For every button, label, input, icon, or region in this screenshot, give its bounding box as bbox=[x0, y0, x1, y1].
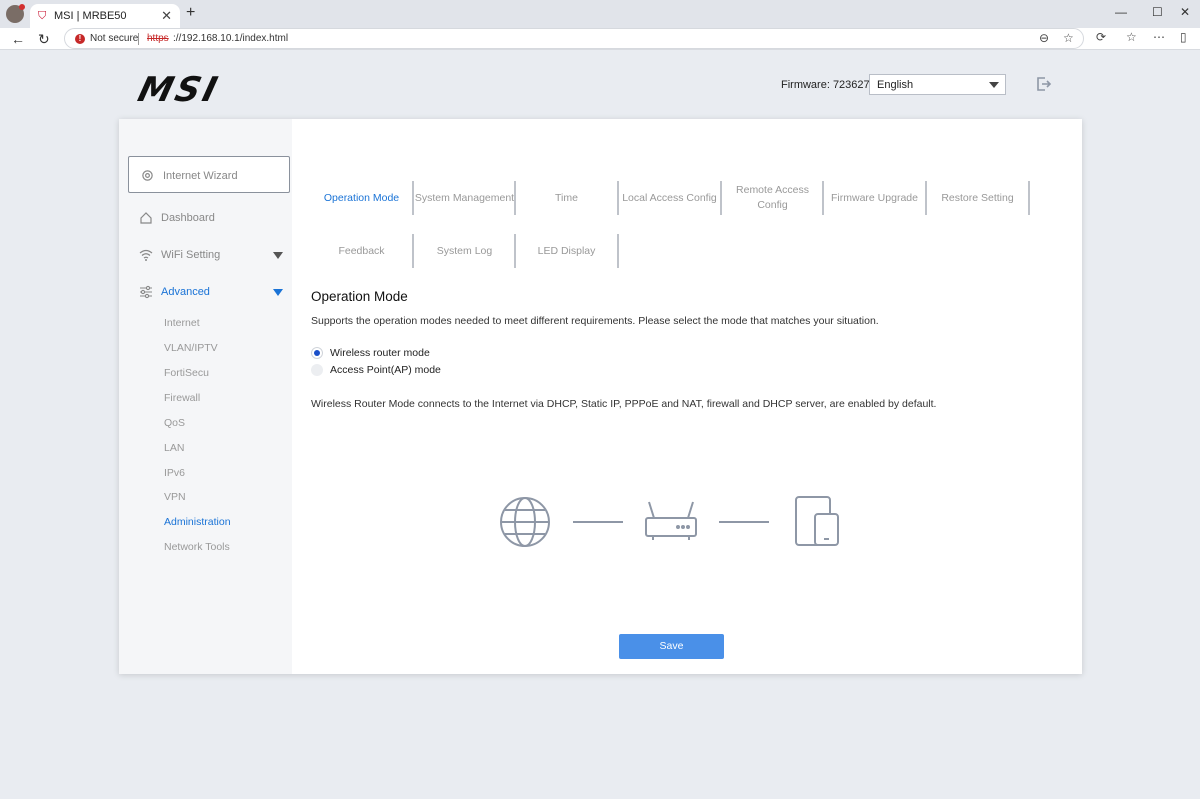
tab-system-management[interactable]: System Management bbox=[413, 181, 516, 215]
tab-divider bbox=[617, 234, 619, 268]
reload-icon[interactable]: ↻ bbox=[38, 30, 50, 48]
browser-tabbar: ⛉ MSI | MRBE50 ✕ + — ☐ ✕ bbox=[0, 0, 1200, 28]
address-bar: ← ↻ ! Not secure https ://192.168.10.1/i… bbox=[0, 28, 1200, 50]
globe-icon bbox=[500, 497, 550, 547]
sidebar: Internet Wizard Dashboard WiFi Setting A… bbox=[119, 119, 292, 674]
favorite-star-icon[interactable]: ☆ bbox=[1063, 31, 1074, 45]
url-text: ://192.168.10.1/index.html bbox=[173, 33, 289, 44]
tab-remote-access-config[interactable]: Remote Access Config bbox=[721, 181, 824, 215]
sub-item-qos[interactable]: QoS bbox=[164, 417, 185, 429]
firmware-version: Firmware: 723627 bbox=[781, 79, 870, 91]
url-field[interactable]: ! Not secure https ://192.168.10.1/index… bbox=[64, 28, 1084, 49]
sub-item-internet[interactable]: Internet bbox=[164, 317, 200, 329]
sub-item-fortisecu[interactable]: FortiSecu bbox=[164, 367, 209, 379]
tab-led-display[interactable]: LED Display bbox=[515, 234, 618, 268]
favorites-icon[interactable]: ☆ bbox=[1126, 30, 1137, 44]
main-card: Internet Wizard Dashboard WiFi Setting A… bbox=[119, 119, 1082, 674]
wifi-icon bbox=[139, 249, 153, 261]
sub-item-vlan-iptv[interactable]: VLAN/IPTV bbox=[164, 342, 218, 354]
sliders-icon bbox=[140, 285, 152, 299]
tab-time[interactable]: Time bbox=[515, 181, 618, 215]
sub-item-lan[interactable]: LAN bbox=[164, 442, 184, 454]
sidebar-toggle-icon[interactable]: ▯ bbox=[1180, 30, 1187, 44]
more-menu-icon[interactable]: ⋯ bbox=[1153, 30, 1165, 44]
save-button[interactable]: Save bbox=[619, 634, 724, 659]
sidebar-item-label: Advanced bbox=[161, 286, 210, 298]
sidebar-item-dashboard[interactable]: Dashboard bbox=[133, 208, 283, 228]
radio-label: Wireless router mode bbox=[330, 347, 430, 359]
url-scheme: https bbox=[147, 33, 169, 44]
chevron-down-icon bbox=[273, 252, 283, 259]
language-value: English bbox=[877, 79, 914, 91]
profile-avatar[interactable] bbox=[6, 4, 25, 23]
browser-tab[interactable]: ⛉ MSI | MRBE50 ✕ bbox=[30, 4, 180, 28]
tab-system-log[interactable]: System Log bbox=[413, 234, 516, 268]
minimize-button[interactable]: — bbox=[1115, 5, 1127, 19]
tab-local-access-config[interactable]: Local Access Config bbox=[618, 181, 721, 215]
sidebar-item-wifi-setting[interactable]: WiFi Setting bbox=[133, 245, 283, 265]
sidebar-item-label: Dashboard bbox=[161, 212, 215, 224]
tab-divider bbox=[1028, 181, 1030, 215]
shield-favicon-icon: ⛉ bbox=[38, 10, 47, 22]
tab-close-icon[interactable]: ✕ bbox=[161, 8, 172, 24]
sub-item-ipv6[interactable]: IPv6 bbox=[164, 467, 185, 479]
new-tab-button[interactable]: + bbox=[186, 4, 195, 22]
internet-wizard-label: Internet Wizard bbox=[163, 170, 238, 182]
msi-logo: MSI bbox=[134, 70, 224, 110]
language-select[interactable]: English bbox=[869, 74, 1006, 95]
topology-diagram bbox=[500, 496, 839, 547]
section-title: Operation Mode bbox=[311, 289, 408, 304]
radio-label: Access Point(AP) mode bbox=[330, 364, 441, 376]
maximize-button[interactable]: ☐ bbox=[1152, 5, 1163, 19]
radio-button[interactable] bbox=[311, 364, 323, 376]
tab-feedback[interactable]: Feedback bbox=[310, 234, 413, 268]
url-separator bbox=[138, 33, 139, 45]
gear-icon bbox=[142, 170, 153, 181]
home-icon bbox=[140, 212, 152, 224]
notification-dot bbox=[19, 4, 25, 10]
sidebar-item-advanced[interactable]: Advanced bbox=[133, 282, 283, 302]
sub-item-firewall[interactable]: Firewall bbox=[164, 392, 200, 404]
sub-item-network-tools[interactable]: Network Tools bbox=[164, 541, 230, 553]
sub-item-vpn[interactable]: VPN bbox=[164, 491, 186, 503]
chevron-down-icon bbox=[989, 82, 999, 88]
mode-description: Wireless Router Mode connects to the Int… bbox=[311, 398, 937, 410]
router-icon bbox=[645, 501, 697, 540]
devices-icon bbox=[795, 496, 839, 546]
back-arrow-icon[interactable]: ← bbox=[11, 30, 25, 48]
tab-operation-mode[interactable]: Operation Mode bbox=[310, 181, 413, 215]
logout-icon[interactable] bbox=[1036, 76, 1052, 92]
sidebar-item-label: WiFi Setting bbox=[161, 249, 221, 261]
chevron-down-icon bbox=[273, 289, 283, 296]
tab-title: MSI | MRBE50 bbox=[54, 10, 127, 22]
tab-firmware-upgrade[interactable]: Firmware Upgrade bbox=[823, 181, 926, 215]
refresh-extension-icon[interactable]: ⟳ bbox=[1096, 30, 1106, 44]
not-secure-icon: ! bbox=[75, 34, 85, 44]
sub-item-administration[interactable]: Administration bbox=[164, 516, 231, 528]
tab-restore-setting[interactable]: Restore Setting bbox=[926, 181, 1029, 215]
not-secure-label: Not secure bbox=[90, 33, 139, 44]
reader-icon[interactable]: ⊖ bbox=[1039, 31, 1049, 45]
section-description: Supports the operation modes needed to m… bbox=[311, 315, 879, 327]
internet-wizard-button[interactable]: Internet Wizard bbox=[128, 156, 290, 193]
window-close-button[interactable]: ✕ bbox=[1180, 5, 1190, 19]
radio-button-selected[interactable] bbox=[311, 347, 323, 359]
